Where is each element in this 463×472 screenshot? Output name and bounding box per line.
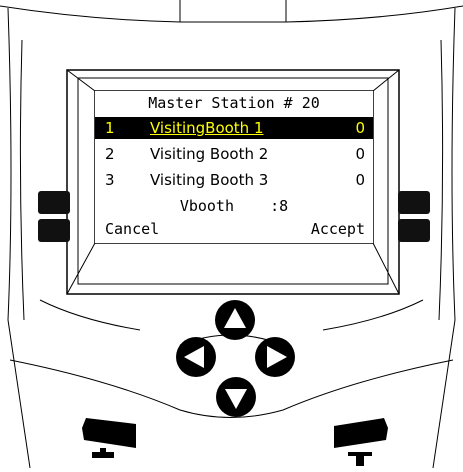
top-edge	[0, 5, 463, 23]
list-item[interactable]: 1 VisitingBooth 1 0	[95, 117, 373, 139]
left-inner-edge	[19, 39, 25, 321]
list-item[interactable]: 2 Visiting Booth 2 0	[95, 143, 373, 165]
intercom-device: Master Station # 20 1 VisitingBooth 1 0 …	[0, 0, 463, 469]
left-lower-edge	[7, 319, 31, 469]
top-notch	[179, 0, 287, 23]
left-softkey-upper-button[interactable]	[38, 191, 70, 214]
nav-left-button[interactable]	[176, 337, 216, 377]
nav-right-button[interactable]	[255, 337, 295, 377]
row-name: Visiting Booth 2	[150, 145, 269, 163]
call-answer-button[interactable]	[82, 418, 136, 458]
right-softkey-lower-button[interactable]	[398, 219, 430, 242]
nav-up-button[interactable]	[215, 300, 255, 340]
row-value: 0	[355, 119, 365, 137]
cancel-softkey-label[interactable]: Cancel	[105, 218, 159, 240]
accept-softkey-label[interactable]: Accept	[311, 218, 365, 240]
row-number: 1	[105, 119, 115, 137]
list-item[interactable]: 3 Visiting Booth 3 0	[95, 169, 373, 191]
row-value: 0	[355, 171, 365, 189]
right-softkey-upper-button[interactable]	[398, 191, 430, 214]
row-name: Visiting Booth 3	[150, 171, 269, 189]
row-number: 3	[105, 171, 115, 189]
right-edge	[451, 7, 456, 321]
phone-hook-up-icon	[348, 452, 372, 466]
right-lower-edge	[432, 319, 456, 469]
vbooth-readout: Vbooth :8	[179, 197, 289, 215]
nav-down-button[interactable]	[216, 377, 256, 417]
row-name: VisitingBooth 1	[150, 119, 264, 137]
right-inner-edge	[438, 39, 444, 321]
left-edge	[7, 7, 12, 321]
row-number: 2	[105, 145, 115, 163]
row-value: 0	[355, 145, 365, 163]
screen-title: Master Station # 20	[148, 94, 320, 112]
phone-hook-down-icon	[92, 448, 114, 458]
lcd-screen: Master Station # 20 1 VisitingBooth 1 0 …	[95, 91, 373, 243]
left-softkey-lower-button[interactable]	[38, 219, 70, 242]
call-end-button[interactable]	[334, 418, 388, 466]
